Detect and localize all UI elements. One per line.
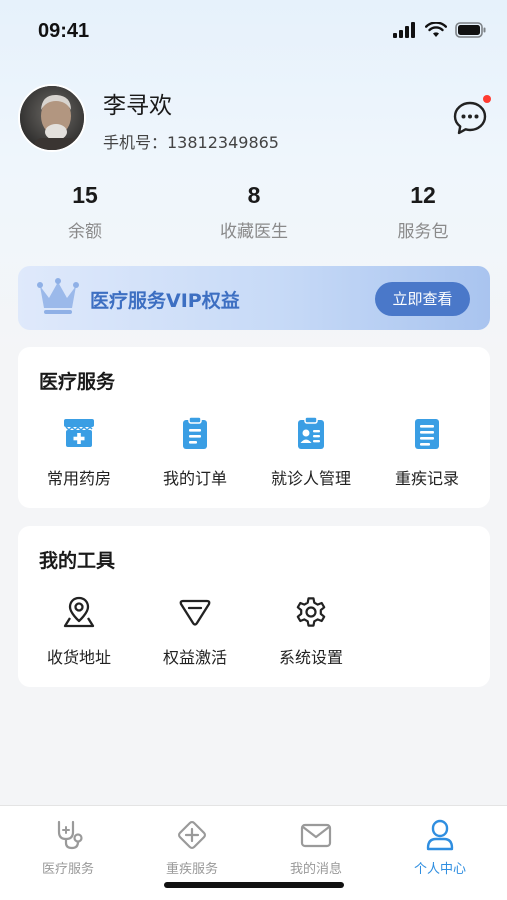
tab-critical-illness-services[interactable]: 重疾服务 [129,818,255,877]
patient-card-icon [298,416,324,449]
tab-medical-services[interactable]: 医疗服务 [5,818,131,877]
pharmacy-icon [64,419,94,447]
crown-icon [37,278,79,314]
user-phone: 手机号：13812349865 [103,133,279,152]
status-time: 09:41 [38,20,90,42]
order-clipboard-icon [183,416,207,449]
card-title: 医疗服务 [39,371,116,393]
stat-balance[interactable]: 15 余额 [25,182,145,242]
cellular-signal-icon [393,22,415,38]
diamond-icon [179,599,211,626]
my-tools-card: 我的工具 收货地址 权益激活 系统设置 [18,526,490,687]
status-icons [393,22,487,38]
grid-label: 常用药房 [46,469,111,488]
tab-personal-center[interactable]: 个人中心 [377,818,503,877]
tab-my-messages[interactable]: 我的消息 [253,818,379,877]
stat-label: 余额 [68,222,102,242]
tab-label: 个人中心 [413,862,466,877]
plus-diamond-icon [178,821,206,849]
unread-badge [483,95,491,103]
avatar[interactable] [18,84,86,152]
user-name: 李寻欢 [103,93,172,119]
tab-label: 医疗服务 [41,862,94,877]
grid-label: 系统设置 [278,648,343,667]
grid-item-shipping-address[interactable]: 收货地址 [21,594,137,668]
grid-item-patient-management[interactable]: 就诊人管理 [253,415,369,489]
wifi-icon [425,22,447,37]
tab-label: 重疾服务 [165,862,218,877]
battery-icon [455,22,486,38]
tab-label: 我的消息 [289,862,342,877]
home-indicator [164,882,344,888]
vip-title: 医疗服务VIP权益 [90,290,240,312]
grid-label: 我的订单 [162,469,227,488]
record-list-icon [415,419,439,449]
stat-label: 服务包 [397,222,449,242]
stat-value: 8 [247,182,261,208]
card-title: 我的工具 [39,550,116,572]
vip-banner[interactable]: 医疗服务VIP权益 立即查看 [18,266,490,330]
status-bar: 09:41 [0,0,507,60]
location-pin-icon [63,596,95,628]
grid-label: 权益激活 [162,648,227,667]
stat-value: 12 [410,182,436,208]
grid-label: 重疾记录 [394,469,459,488]
grid-item-illness-records[interactable]: 重疾记录 [369,415,485,489]
chat-bubble-icon[interactable] [452,100,488,136]
grid-item-my-orders[interactable]: 我的订单 [137,415,253,489]
stat-value: 15 [72,182,98,208]
stat-favorite-doctors[interactable]: 8 收藏医生 [194,182,314,242]
vip-view-button[interactable]: 立即查看 [375,282,470,316]
medical-services-card: 医疗服务 常用药房 我的订单 就诊人管理 重疾记录 [18,347,490,508]
stethoscope-icon [57,820,83,850]
gear-icon [296,597,326,627]
envelope-icon [300,823,332,848]
person-icon [426,819,454,851]
grid-label: 收货地址 [46,648,111,667]
grid-item-pharmacy[interactable]: 常用药房 [21,415,137,489]
grid-item-benefit-activation[interactable]: 权益激活 [137,594,253,668]
grid-label: 就诊人管理 [270,469,351,488]
stat-service-packages[interactable]: 12 服务包 [363,182,483,242]
grid-item-system-settings[interactable]: 系统设置 [253,594,369,668]
stat-label: 收藏医生 [220,222,288,242]
